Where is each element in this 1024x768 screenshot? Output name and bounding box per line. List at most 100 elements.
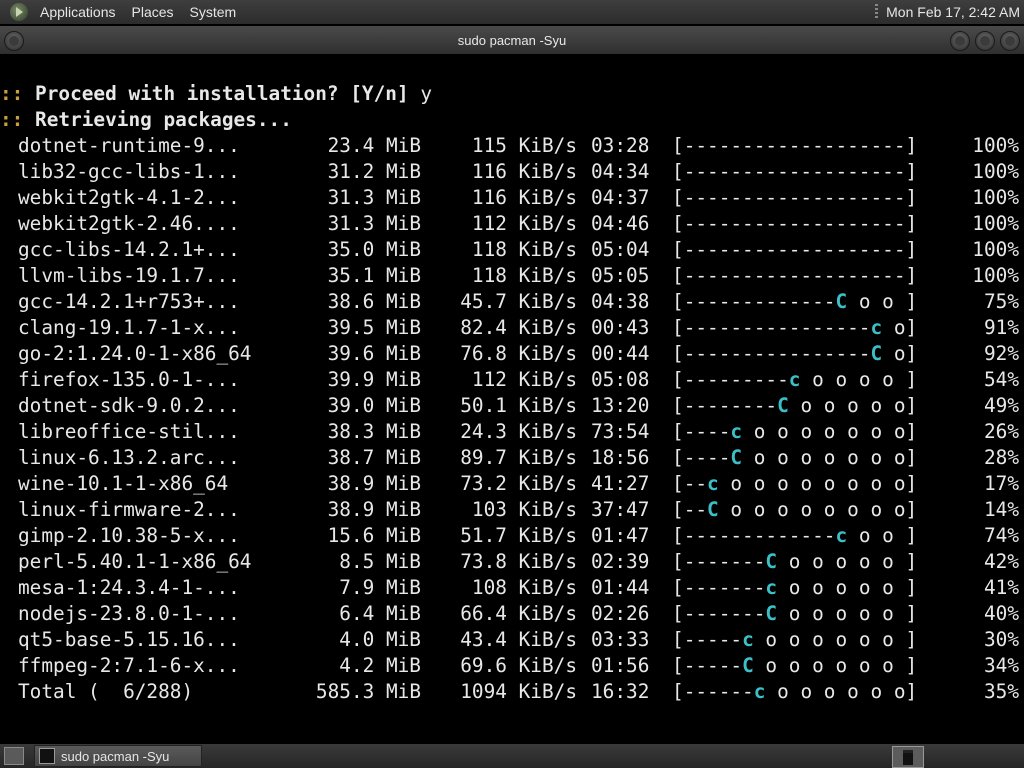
retrieving-line: :: Retrieving packages... [0,107,1024,133]
download-row: dotnet-runtime-9... 23.4 MiB 115 KiB/s 03:2… [0,133,1024,159]
download-eta: 00:43 [591,316,650,339]
top-panel: Applications Places System Mon Feb 17, 2… [0,0,1024,24]
download-eta: 05:04 [591,238,650,261]
pacman-glyph: c [730,420,743,443]
download-size: 39.0 MiB [327,394,421,417]
download-eta: 18:56 [591,446,650,469]
package-name: gcc-14.2.1+r753+... [18,290,240,313]
download-rate: 112 KiB/s [471,368,577,391]
package-name: linux-6.13.2.arc... [18,446,240,469]
package-name: ffmpeg-2:7.1-6-x... [18,654,240,677]
pacman-glyph: c [870,316,883,339]
show-desktop-icon[interactable] [4,747,24,765]
download-eta: 05:08 [591,368,650,391]
window-menu-button[interactable] [4,31,24,51]
download-size: 8.5 MiB [339,550,421,573]
package-name: linux-firmware-2... [18,498,240,521]
pacman-glyph: c [788,368,801,391]
download-eta: 03:33 [591,628,650,651]
taskbar-item-terminal[interactable]: sudo pacman -Syu [34,745,202,767]
menu-applications[interactable]: Applications [32,4,124,20]
package-name: libreoffice-stil... [18,420,240,443]
panel-clock[interactable]: Mon Feb 17, 2:42 AM [886,4,1024,20]
download-size: 15.6 MiB [327,524,421,547]
download-eta: 03:28 [591,134,650,157]
download-rate: 89.7 KiB/s [460,446,577,469]
download-size: 38.9 MiB [327,498,421,521]
package-name: webkit2gtk-4.1-2... [18,186,240,209]
download-size: 38.7 MiB [327,446,421,469]
package-name: perl-5.40.1-1-x86_64 [18,550,252,573]
download-size: 4.2 MiB [339,654,421,677]
proceed-prompt-line: :: Proceed with installation? [Y/n] y [0,81,1024,107]
package-name: firefox-135.0-1-... [18,368,240,391]
package-name: go-2:1.24.0-1-x86_64 [18,342,252,365]
download-size: 6.4 MiB [339,602,421,625]
minimize-button[interactable] [950,31,970,51]
package-name: gcc-libs-14.2.1+... [18,238,240,261]
download-percent: 49% [983,394,1019,417]
distro-logo-icon[interactable] [10,3,28,21]
download-size: 7.9 MiB [339,576,421,599]
progress-bar: [----c o o o o o o o] [672,420,918,443]
progress-bar: [-----c o o o o o o ] [672,628,918,651]
trash-icon[interactable] [892,746,924,768]
prompt-input: y [420,82,432,105]
progress-bar: [------c o o o o o o] [672,680,918,703]
pacman-glyph: c [707,472,719,495]
download-list: dotnet-runtime-9... 23.4 MiB 115 KiB/s 03:2… [0,133,1024,705]
progress-bar: [-------C o o o o o ] [672,602,918,625]
download-percent: 26% [983,420,1019,443]
download-size: 4.0 MiB [339,628,421,651]
pacman-glyph: C [765,602,778,625]
package-name: lib32-gcc-libs-1... [18,160,240,183]
download-rate: 1094 KiB/s [460,680,577,703]
download-size: 31.3 MiB [327,186,421,209]
maximize-button[interactable] [975,31,995,51]
window-title: sudo pacman -Syu [457,32,567,48]
download-percent: 92% [983,342,1019,365]
download-size: 31.3 MiB [327,212,421,235]
download-row: webkit2gtk-4.1-2... 31.3 MiB 116 KiB/s 04:3… [0,185,1024,211]
download-eta: 41:27 [591,472,650,495]
progress-bar: [---------c o o o o ] [672,368,918,391]
download-row: perl-5.40.1-1-x86_64 8.5 MiB 73.8 KiB/s 02:… [0,549,1024,575]
download-rate: 116 KiB/s [471,186,577,209]
progress-bar: [-----C o o o o o o ] [672,654,918,677]
package-name: Total ( 6/288) [18,680,194,703]
menu-places[interactable]: Places [124,4,182,20]
close-button[interactable] [1000,31,1020,51]
download-row: llvm-libs-19.1.7... 35.1 MiB 118 KiB/s 05:0… [0,263,1024,289]
menu-system[interactable]: System [182,4,245,20]
download-eta: 01:44 [591,576,650,599]
download-rate: 69.6 KiB/s [460,654,577,677]
download-percent: 91% [983,316,1019,339]
taskbar-item-label: sudo pacman -Syu [61,748,170,764]
download-row: webkit2gtk-2.46.... 31.3 MiB 112 KiB/s 04:4… [0,211,1024,237]
pacman-glyph: c [835,524,848,547]
progress-bar: [-------------------] [672,238,918,261]
download-eta: 73:54 [591,420,650,443]
download-rate: 45.7 KiB/s [460,290,577,313]
download-percent: 28% [983,446,1019,469]
download-percent: 100% [972,134,1019,157]
download-percent: 100% [972,186,1019,209]
progress-bar: [-------------c o o ] [672,524,918,547]
download-size: 35.1 MiB [327,264,421,287]
panel-grip-handle[interactable] [875,4,879,20]
window-titlebar[interactable]: sudo pacman -Syu [0,26,1024,54]
package-name: clang-19.1.7-1-x... [18,316,240,339]
download-rate: 103 KiB/s [471,498,577,521]
download-size: 35.0 MiB [327,238,421,261]
package-name: mesa-1:24.3.4-1-... [18,576,240,599]
download-rate: 24.3 KiB/s [460,420,577,443]
prompt-marker: :: [0,82,24,105]
download-size: 38.6 MiB [327,290,421,313]
progress-bar: [-------------------] [672,186,918,209]
download-size: 38.9 MiB [327,472,421,495]
terminal-view[interactable]: :: Proceed with installation? [Y/n] y ::… [0,54,1024,744]
download-eta: 01:47 [591,524,650,547]
download-eta: 04:38 [591,290,650,313]
download-rate: 115 KiB/s [471,134,577,157]
package-name: webkit2gtk-2.46.... [18,212,240,235]
